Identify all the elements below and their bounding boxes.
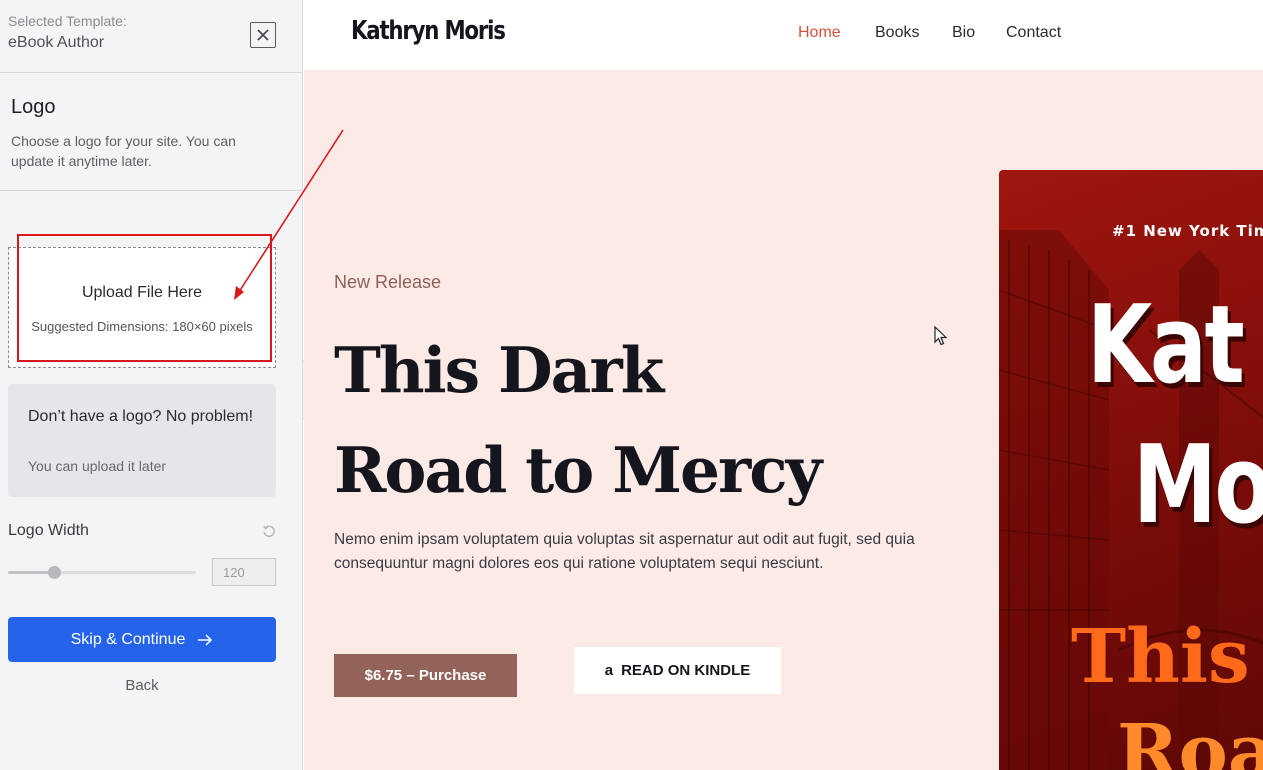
nav-bio[interactable]: Bio (952, 24, 975, 42)
hero-headline: This Dark Road to Mercy (334, 320, 854, 520)
logo-description: Choose a logo for your site. You can upd… (11, 133, 236, 169)
upload-title: Upload File Here (81, 284, 203, 301)
headline-line-1: This Dark (334, 333, 664, 407)
nav-books[interactable]: Books (875, 24, 919, 42)
upload-hint: Suggested Dimensions: 180×60 pixels (31, 319, 253, 334)
logo-heading: Logo (11, 96, 56, 118)
headline-line-2: Road to Mercy (334, 433, 822, 507)
skip-continue-button[interactable]: Skip & Continue (8, 617, 276, 662)
site-brand[interactable]: Kathryn Moris (351, 16, 506, 46)
cover-author-line-1: Kat (1087, 283, 1245, 408)
site-header: Kathryn Moris Home Books Bio Contact (304, 0, 1263, 70)
logo-width-slider[interactable] (8, 566, 196, 579)
cover-author-line-2: Mo (1133, 423, 1263, 548)
cover-title-line-1: This (1071, 614, 1250, 700)
amazon-icon: a (604, 662, 614, 679)
upload-dropzone[interactable]: Upload File Here Suggested Dimensions: 1… (8, 247, 276, 368)
cover-tagline: #1 New York Times (1112, 222, 1263, 240)
cover-title-line-2: Roa (1117, 709, 1263, 770)
mouse-cursor-icon (934, 326, 948, 346)
close-icon (257, 29, 269, 41)
close-button[interactable] (250, 22, 276, 48)
book-cover[interactable]: #1 New York Times Kat Mo This Roa (999, 170, 1263, 770)
no-logo-title: Don’t have a logo? No problem! (28, 408, 254, 425)
selected-template-label: Selected Template: (8, 13, 127, 29)
kindle-label: READ ON KINDLE (621, 662, 751, 679)
site-preview: Kathryn Moris Home Books Bio Contact New… (304, 0, 1263, 770)
hero-body: Nemo enim ipsam voluptatem quia voluptas… (334, 531, 915, 572)
template-name: eBook Author (8, 34, 105, 51)
nav-contact[interactable]: Contact (1006, 24, 1061, 42)
logo-width-input[interactable] (212, 558, 276, 586)
sidebar: Selected Template: eBook Author Logo Cho… (0, 0, 303, 770)
arrow-right-icon (198, 633, 213, 646)
divider (0, 190, 302, 191)
sidebar-header: Selected Template: eBook Author (0, 0, 302, 73)
no-logo-subtitle: You can upload it later (28, 458, 167, 474)
logo-width-label: Logo Width (8, 522, 89, 539)
skip-continue-label: Skip & Continue (70, 630, 186, 648)
back-link[interactable]: Back (0, 677, 284, 694)
reset-icon[interactable] (262, 524, 276, 538)
purchase-button[interactable]: $6.75 – Purchase (334, 654, 517, 697)
slider-thumb[interactable] (48, 566, 62, 579)
no-logo-notice: Don’t have a logo? No problem! You can u… (8, 384, 276, 497)
hero-kicker: New Release (334, 272, 442, 292)
nav-home[interactable]: Home (798, 24, 841, 42)
read-on-kindle-button[interactable]: a READ ON KINDLE (574, 647, 781, 694)
